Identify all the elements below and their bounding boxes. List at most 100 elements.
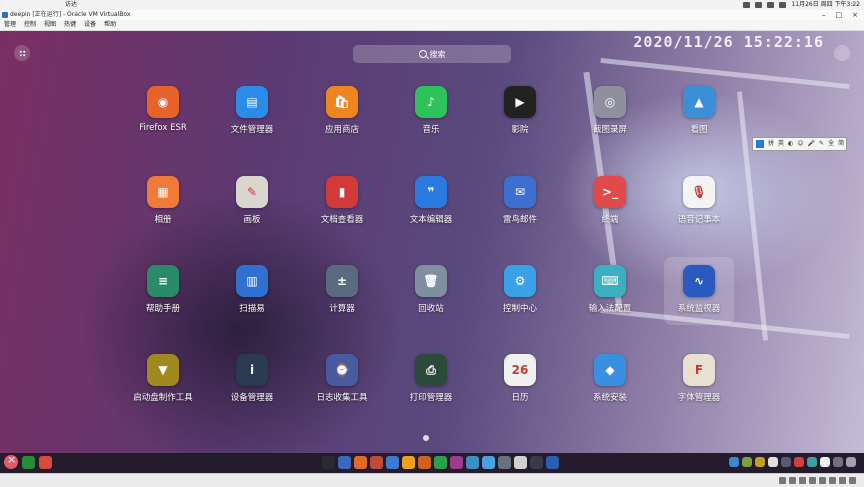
app-tile[interactable]: ▮ 文档查看器 (297, 176, 387, 256)
search-tray-icon[interactable] (779, 2, 787, 8)
page-indicator[interactable] (423, 435, 429, 441)
host-key-icon[interactable] (849, 477, 856, 484)
network-icon[interactable] (809, 477, 816, 484)
vm-menu-item[interactable]: 控制 (24, 20, 36, 30)
usb-icon[interactable] (799, 477, 806, 484)
minimize-icon[interactable]: – (822, 10, 826, 20)
dock-app-icon[interactable] (482, 456, 495, 469)
dock-app-icon[interactable] (354, 456, 367, 469)
dock-tray-icon[interactable] (742, 457, 752, 467)
terminal-icon: >_ (594, 176, 626, 208)
dock-app-icon[interactable] (402, 456, 415, 469)
vm-menu-item[interactable]: 帮助 (104, 20, 116, 30)
app-tile[interactable]: 🎙 语音记事本 (654, 176, 744, 256)
terminal-dock-icon[interactable] (22, 455, 35, 469)
vm-menu-item[interactable]: 热键 (64, 20, 76, 30)
app-tile[interactable]: ◉ Firefox ESR (118, 86, 208, 166)
dock-app-icon[interactable] (498, 456, 511, 469)
app-tile[interactable]: i 设备管理器 (207, 354, 297, 434)
installer-icon: ◆ (594, 354, 626, 386)
dock-tray-icon[interactable] (820, 457, 830, 467)
dock-app-icon[interactable] (434, 456, 447, 469)
app-tile[interactable]: ▼ 启动盘制作工具 (118, 354, 208, 434)
app-tile[interactable]: ± 计算器 (297, 265, 387, 345)
dock-app-icon[interactable] (514, 456, 527, 469)
boot-maker-icon: ▼ (147, 354, 179, 386)
dock-app-icon[interactable] (450, 456, 463, 469)
dock-tray-icon[interactable] (846, 457, 856, 467)
dock-tray-icon[interactable] (768, 457, 778, 467)
wifi-icon[interactable] (743, 2, 751, 8)
dock-app-icon[interactable] (530, 456, 543, 469)
scanner-icon: ▥ (236, 265, 268, 297)
close-icon[interactable]: × (852, 10, 858, 20)
app-tile[interactable]: ▤ 文件管理器 (207, 86, 297, 166)
app-tile[interactable]: ♪ 音乐 (386, 86, 476, 166)
app-label: 雷鸟邮件 (502, 215, 537, 225)
ime-logo-icon (756, 140, 764, 148)
app-tile[interactable]: ≡ 帮助手册 (118, 265, 208, 345)
dock-tray-icon[interactable] (794, 457, 804, 467)
app-tile[interactable]: ⌚ 日志收集工具 (297, 354, 387, 434)
app-tile[interactable]: ⚙ 控制中心 (475, 265, 565, 345)
app-tile[interactable]: ▥ 扫描易 (207, 265, 297, 345)
launcher-search-box[interactable]: 搜索 (353, 45, 511, 63)
display-icon[interactable] (829, 477, 836, 484)
app-label: 设备管理器 (230, 393, 274, 403)
app-tile[interactable]: 26 日历 (475, 354, 565, 434)
app-tile[interactable]: 🗑 回收站 (386, 265, 476, 345)
mini-mode-button[interactable] (834, 45, 850, 61)
ime-toolbar-item[interactable]: 拼 (768, 138, 774, 150)
dock-app-icon[interactable] (546, 456, 559, 469)
dock-app-icon[interactable] (370, 456, 383, 469)
app-tile[interactable]: F 字体管理器 (654, 354, 744, 434)
app-tile[interactable]: ⎙ 打印管理器 (386, 354, 476, 434)
dock-app-icon[interactable] (322, 456, 335, 469)
vm-menu-item[interactable]: 设备 (84, 20, 96, 30)
dock-app-icon[interactable] (466, 456, 479, 469)
app-tile[interactable]: ✉ 雷鸟邮件 (475, 176, 565, 256)
ime-toolbar-item[interactable]: ☺ (797, 138, 803, 150)
app-tile[interactable]: ◎ 截图录屏 (565, 86, 655, 166)
app-tile[interactable]: ∿ 系统监视器 (654, 257, 744, 345)
record-icon[interactable] (839, 477, 846, 484)
vm-menu-item[interactable]: 视图 (44, 20, 56, 30)
ime-toolbar-item[interactable]: 简 (838, 138, 844, 150)
dock-app-icon[interactable] (418, 456, 431, 469)
app-tile[interactable]: ❞ 文本编辑器 (386, 176, 476, 256)
app-tile[interactable]: >_ 终端 (565, 176, 655, 256)
ime-toolbar-item[interactable]: 英 (778, 138, 784, 150)
dock-tray-icon[interactable] (833, 457, 843, 467)
app-tile[interactable]: ⌨ 输入法配置 (565, 265, 655, 345)
shared-folder-icon[interactable] (819, 477, 826, 484)
dock-tray-icon[interactable] (729, 457, 739, 467)
volume-icon[interactable] (755, 2, 763, 8)
app-label: 日志收集工具 (316, 393, 368, 403)
launcher-icon[interactable] (4, 453, 18, 469)
optical-icon[interactable] (789, 477, 796, 484)
ime-toolbar-item[interactable]: 全 (828, 138, 834, 150)
ime-toolbar-item[interactable]: ◐ (788, 138, 793, 150)
vm-menu-item[interactable]: 管理 (4, 20, 16, 30)
dock-tray-icon[interactable] (781, 457, 791, 467)
ime-toolbar-item[interactable]: 🎤 (808, 138, 815, 150)
dock-app-icon[interactable] (338, 456, 351, 469)
dock-tray-icon[interactable] (807, 457, 817, 467)
ime-toolbar[interactable]: 拼英 ◐ ☺ 🎤 ✎ 全简 (752, 137, 847, 151)
disk-icon[interactable] (779, 477, 786, 484)
app-tile[interactable]: ✎ 画板 (207, 176, 297, 256)
launcher-mode-button[interactable] (14, 45, 30, 61)
host-clock[interactable]: 11月26日 周四 下午3:22 (791, 0, 860, 10)
app-tile[interactable]: ▦ 相册 (118, 176, 208, 256)
dock-app-icon[interactable] (386, 456, 399, 469)
app-dock-icon[interactable] (39, 455, 52, 469)
app-tile[interactable]: ◆ 系统安装 (565, 354, 655, 434)
maximize-icon[interactable]: □ (836, 10, 843, 20)
app-tile[interactable]: ▶ 影院 (475, 86, 565, 166)
battery-icon[interactable] (767, 2, 775, 8)
dock-tray-icon[interactable] (755, 457, 765, 467)
app-tile[interactable]: ▲ 看图 (654, 86, 744, 166)
ime-toolbar-item[interactable]: ✎ (819, 138, 824, 150)
app-label: 画板 (243, 215, 261, 225)
app-tile[interactable]: 🛍 应用商店 (297, 86, 387, 166)
